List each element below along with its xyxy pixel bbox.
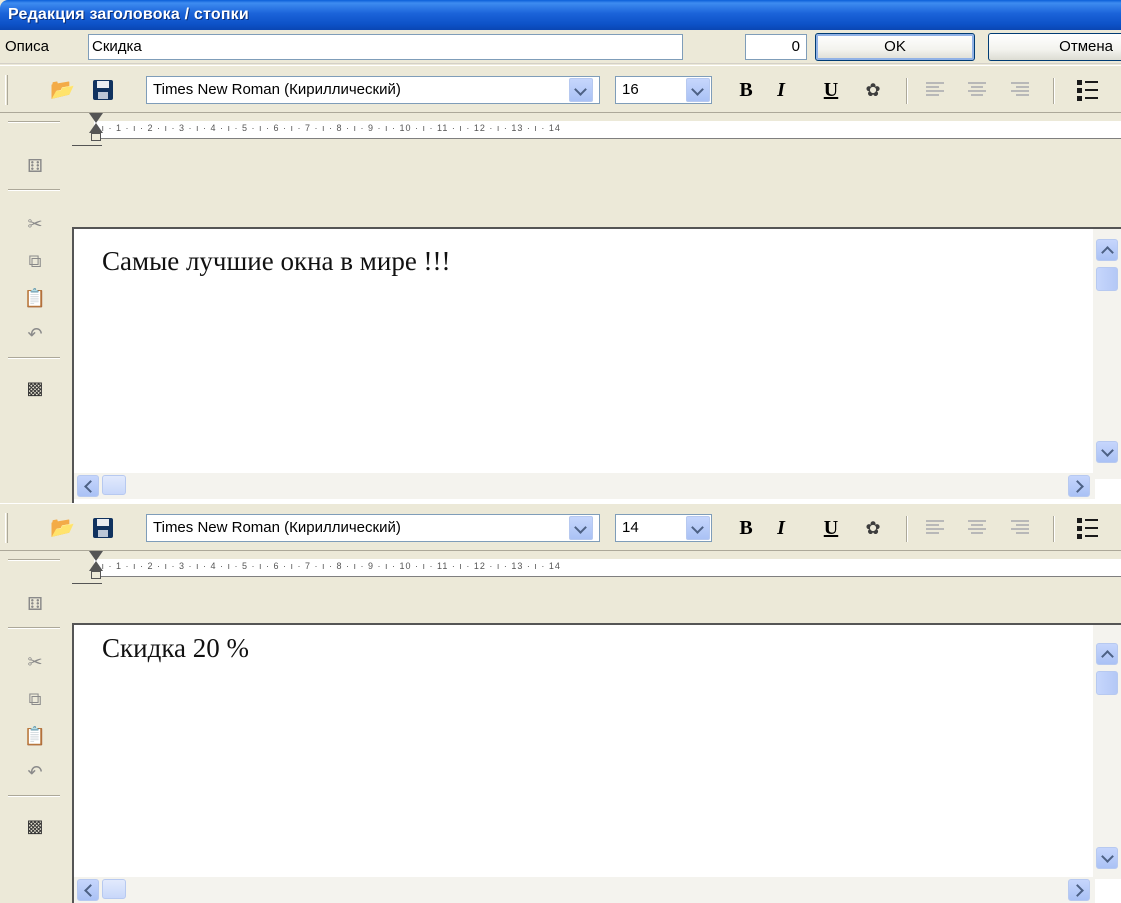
open-folder-icon[interactable]: 📂 (50, 78, 75, 102)
side-separator (8, 627, 60, 629)
paste-icon[interactable]: 📋 (22, 723, 48, 749)
open-folder-icon[interactable]: 📂 (50, 516, 75, 540)
side-separator (8, 189, 60, 191)
font-name-select[interactable]: Times New Roman (Кирилличеcкий) (146, 514, 600, 542)
toolbar-separator (906, 516, 908, 542)
scroll-down-button[interactable] (1096, 441, 1118, 463)
paste-icon[interactable]: 📋 (22, 285, 48, 311)
scroll-left-button[interactable] (77, 475, 99, 497)
side-separator (8, 357, 60, 359)
ruler-area: · ı · 1 · ı · 2 · ı · 3 · ı · 4 · ı · 5 … (0, 551, 1121, 585)
chevron-down-icon[interactable] (569, 516, 593, 540)
font-size-value: 16 (622, 81, 639, 98)
ruler-ledge (72, 583, 102, 584)
rich-text-editor-2[interactable]: Скидка 20 % (72, 623, 1121, 903)
title-bar[interactable]: Редакция заголовока / стопки (0, 0, 1121, 30)
scroll-right-button[interactable] (1068, 475, 1090, 497)
italic-button[interactable]: I (767, 514, 795, 542)
font-name-select[interactable]: Times New Roman (Кирилличеcкий) (146, 76, 600, 104)
align-center-icon[interactable] (968, 82, 986, 98)
description-label: Описа (5, 38, 50, 55)
description-field[interactable]: Скидка (88, 34, 683, 60)
align-right-icon[interactable] (1011, 520, 1029, 536)
rich-text-editor-1[interactable]: Самые лучшие окна в мире !!! (72, 227, 1121, 505)
side-separator (8, 559, 60, 561)
underline-button[interactable]: U (817, 76, 845, 104)
ok-button[interactable]: OK (815, 33, 975, 61)
toolbar-grip[interactable] (5, 75, 8, 105)
vertical-scrollbar[interactable] (1093, 229, 1121, 479)
font-size-value: 14 (622, 519, 639, 536)
bullet-list-icon[interactable] (1075, 78, 1099, 102)
insert-field-icon[interactable]: ▩ (22, 813, 48, 839)
font-name-value: Times New Roman (Кирилличеcкий) (153, 81, 401, 98)
toolbar-grip[interactable] (5, 513, 8, 543)
scroll-up-button[interactable] (1096, 239, 1118, 261)
scroll-thumb[interactable] (102, 879, 126, 899)
scroll-right-button[interactable] (1068, 879, 1090, 901)
ruler-ledge (72, 145, 102, 146)
scroll-left-button[interactable] (77, 879, 99, 901)
scroll-down-button[interactable] (1096, 847, 1118, 869)
editor-text[interactable]: Самые лучшие окна в мире !!! (102, 246, 451, 277)
chevron-down-icon[interactable] (569, 78, 593, 102)
bullet-list-icon[interactable] (1075, 516, 1099, 540)
copy-icon[interactable]: ⧉ (22, 248, 48, 274)
side-separator (8, 795, 60, 797)
binoculars-icon[interactable]: ⚅ (22, 591, 48, 617)
toolbar-separator (1053, 516, 1055, 542)
scroll-up-button[interactable] (1096, 643, 1118, 665)
number-field[interactable]: 0 (745, 34, 807, 60)
scroll-thumb[interactable] (1096, 671, 1118, 695)
insert-field-icon[interactable]: ▩ (22, 375, 48, 401)
underline-button[interactable]: U (817, 514, 845, 542)
side-separator (8, 121, 60, 123)
undo-icon[interactable]: ↶ (22, 759, 48, 785)
ruler[interactable]: · ı · 1 · ı · 2 · ı · 3 · ı · 4 · ı · 5 … (94, 121, 1121, 139)
copy-icon[interactable]: ⧉ (22, 686, 48, 712)
italic-button[interactable]: I (767, 76, 795, 104)
scroll-thumb[interactable] (102, 475, 126, 495)
bold-button[interactable]: B (732, 514, 760, 542)
scroll-thumb[interactable] (1096, 267, 1118, 291)
ruler[interactable]: · ı · 1 · ı · 2 · ı · 3 · ı · 4 · ı · 5 … (94, 559, 1121, 577)
cancel-button[interactable]: Отмена (988, 33, 1121, 61)
save-disk-icon[interactable] (91, 78, 115, 102)
toolbar-separator (1053, 78, 1055, 104)
font-color-icon[interactable]: ✿ (859, 76, 887, 104)
format-toolbar: 📂 Times New Roman (Кирилличеcкий) 16 B I… (0, 65, 1121, 113)
align-left-icon[interactable] (926, 520, 944, 536)
undo-icon[interactable]: ↶ (22, 321, 48, 347)
font-size-select[interactable]: 16 (615, 76, 712, 104)
bold-button[interactable]: B (732, 76, 760, 104)
ruler-area: · ı · 1 · ı · 2 · ı · 3 · ı · 4 · ı · 5 … (0, 113, 1121, 147)
chevron-down-icon[interactable] (686, 78, 710, 102)
align-left-icon[interactable] (926, 82, 944, 98)
save-disk-icon[interactable] (91, 516, 115, 540)
side-toolbar: ⚅ ✂ ⧉ 📋 ↶ ▩ (0, 551, 72, 903)
side-toolbar: ⚅ ✂ ⧉ 📋 ↶ ▩ (0, 113, 72, 505)
chevron-down-icon[interactable] (686, 516, 710, 540)
window-title: Редакция заголовока / стопки (8, 6, 249, 23)
description-row: Описа Скидка 0 OK Отмена (0, 30, 1121, 64)
editor-text[interactable]: Скидка 20 % (102, 633, 249, 664)
horizontal-scrollbar[interactable] (74, 473, 1095, 499)
binoculars-icon[interactable]: ⚅ (22, 153, 48, 179)
toolbar-separator (906, 78, 908, 104)
scissors-icon[interactable]: ✂ (22, 211, 48, 237)
font-color-icon[interactable]: ✿ (859, 514, 887, 542)
font-name-value: Times New Roman (Кирилличеcкий) (153, 519, 401, 536)
format-toolbar: 📂 Times New Roman (Кирилличеcкий) 14 B I… (0, 503, 1121, 551)
scissors-icon[interactable]: ✂ (22, 649, 48, 675)
font-size-select[interactable]: 14 (615, 514, 712, 542)
align-right-icon[interactable] (1011, 82, 1029, 98)
align-center-icon[interactable] (968, 520, 986, 536)
vertical-scrollbar[interactable] (1093, 625, 1121, 879)
horizontal-scrollbar[interactable] (74, 877, 1095, 903)
